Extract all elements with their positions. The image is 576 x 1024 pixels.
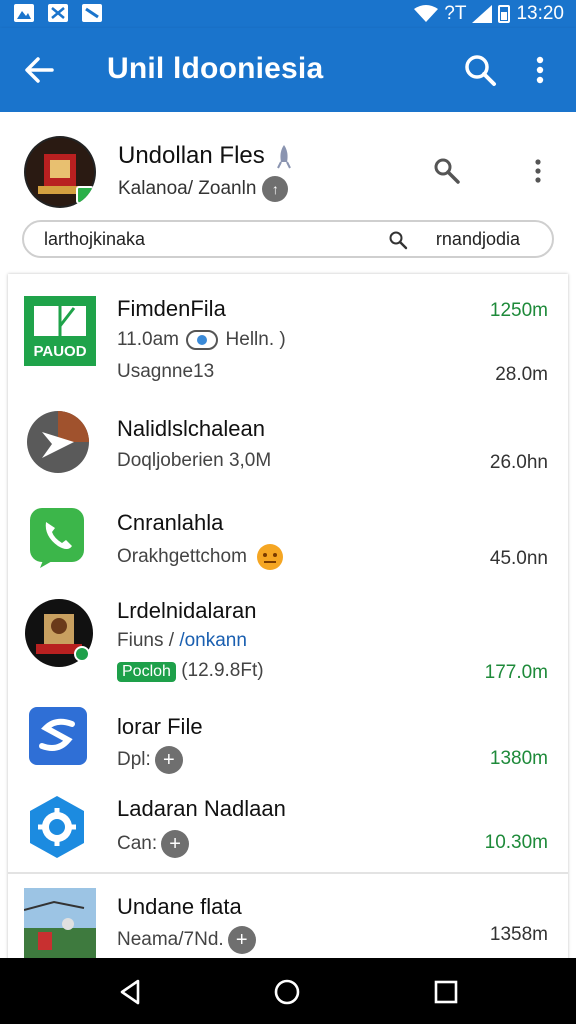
status-tag: Pocloh (117, 662, 176, 682)
search-bar-icon (389, 231, 408, 250)
profile-header: Undollan Fles Kalanoa/ Zoanln ↑ larthojki… (0, 112, 576, 272)
list-item[interactable]: PAUOD FimdenFila 11.0am Helln. ) Usagnne… (8, 274, 568, 392)
file-detail: Pocloh (12.9.8Ft) (117, 660, 264, 682)
back-arrow-icon[interactable] (22, 52, 58, 88)
file-meta: Can: + (117, 830, 190, 858)
profile-subtitle: Kalanoa/ Zoanln ↑ (118, 176, 289, 202)
upload-icon[interactable]: ↑ (262, 176, 289, 202)
file-size: 177.0m (484, 662, 548, 683)
search-left-label: larthojkinaka (44, 229, 146, 249)
search-icon[interactable] (462, 52, 498, 88)
file-meta: 11.0am Helln. ) (117, 329, 286, 350)
file-list: PAUOD FimdenFila 11.0am Helln. ) Usagnne… (8, 274, 568, 974)
file-size: 1380m (489, 748, 548, 769)
file-title: FimdenFila (117, 296, 226, 321)
list-item[interactable]: Lrdelnidalaran Fiuns / /onkann Pocloh (1… (8, 584, 568, 696)
add-icon[interactable]: + (227, 926, 256, 954)
file-size: 1250m (489, 300, 548, 321)
file-meta: Dpl: + (117, 746, 183, 774)
nav-back-icon[interactable] (116, 978, 144, 1006)
app-bar: Unil ldooniesia (0, 28, 576, 112)
status-time: 13:20 (516, 3, 564, 24)
more-vert-icon[interactable] (528, 52, 552, 88)
file-meta: Orakhgettchom (117, 543, 284, 571)
add-icon[interactable]: + (154, 746, 183, 774)
emblem-app-icon (25, 599, 93, 667)
file-title: Undane flata (117, 894, 242, 919)
file-size: 10.30m (484, 832, 548, 853)
message-notification-icon (82, 4, 102, 22)
list-item[interactable]: Cnranlahla Orakhgettchom 45.0nn (8, 488, 568, 584)
file-meta: Neama/7Nd. + (117, 926, 256, 954)
file-size: 45.0nn (489, 548, 548, 569)
list-item[interactable]: Nalidlslchalean Doqljoberien 3,0M 26.0hn (8, 392, 568, 488)
network-label: ?T (444, 3, 467, 24)
wifi-icon (414, 5, 439, 22)
nav-home-icon[interactable] (273, 978, 301, 1006)
rocket-icon (277, 144, 292, 169)
battery-icon (498, 5, 511, 23)
x-notification-icon (48, 4, 68, 22)
navigation-bar (0, 958, 576, 1024)
image-notification-icon (14, 4, 34, 22)
search-right-label: rnandjodia (435, 229, 520, 249)
file-size: 1358m (489, 924, 548, 945)
profile-search-icon[interactable] (432, 156, 462, 186)
spreadsheet-app-icon: PAUOD (24, 296, 96, 366)
file-app-icon (29, 707, 87, 765)
file-title: lorar File (117, 714, 203, 739)
file-meta: Fiuns / /onkann (117, 630, 247, 651)
profile-title: Undollan Fles (118, 142, 293, 170)
profile-more-icon[interactable] (528, 156, 548, 186)
file-size-secondary: 28.0m (495, 364, 548, 385)
add-icon[interactable]: + (161, 830, 190, 858)
emoji-icon (257, 544, 284, 570)
status-bar: ?T 13:20 (0, 0, 576, 28)
app-title: Unil ldooniesia (107, 52, 324, 85)
file-search-bar[interactable]: larthojkinaka rnandjodia (22, 220, 554, 258)
phone-app-icon (30, 508, 84, 568)
thumb-label: PAUOD (33, 343, 86, 360)
file-title: Nalidlslchalean (117, 416, 265, 441)
notification-icons (14, 4, 102, 22)
settings-gear-icon (30, 796, 84, 858)
file-title: Cnranlahla (117, 510, 224, 535)
signal-icon (472, 5, 493, 23)
profile-avatar[interactable] (24, 136, 96, 208)
list-item[interactable]: lorar File Dpl: + 1380m (8, 696, 568, 786)
file-meta: Doqljoberien 3,0M (117, 450, 272, 471)
list-item[interactable]: Ladaran Nadlaan Can: + 10.30m (8, 786, 568, 872)
photo-thumbnail-icon (24, 888, 96, 960)
file-detail: Usagnne13 (117, 361, 215, 382)
play-app-icon (27, 411, 89, 473)
status-indicators: ?T 13:20 (414, 3, 564, 25)
file-size: 26.0hn (489, 452, 548, 473)
sync-icon (186, 329, 219, 350)
file-title: Ladaran Nadlaan (117, 796, 286, 821)
nav-recents-icon[interactable] (432, 978, 460, 1006)
file-title: Lrdelnidalaran (117, 598, 257, 623)
online-badge (76, 186, 94, 204)
